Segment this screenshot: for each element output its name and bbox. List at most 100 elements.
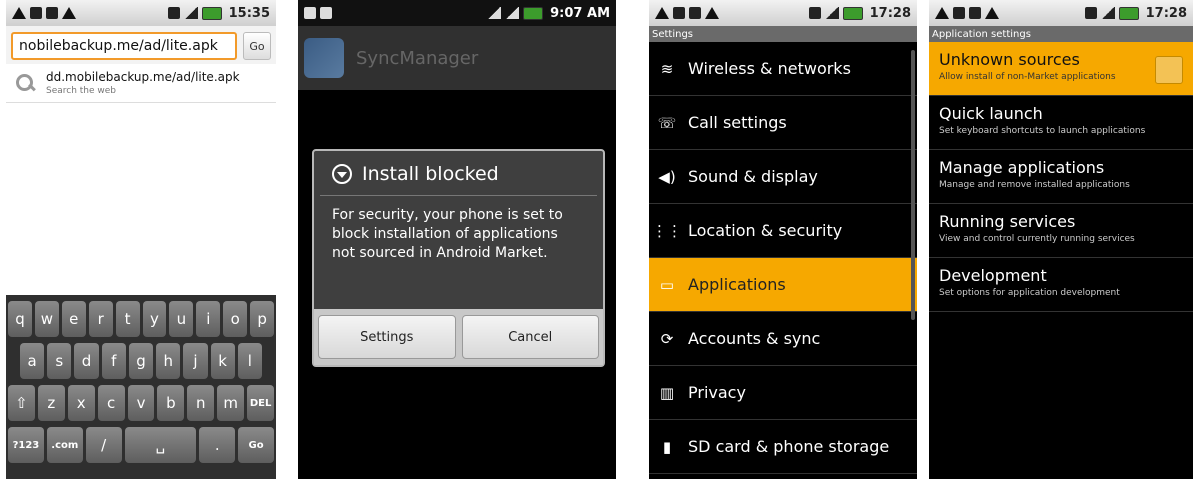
- settings-panel: 17:28 Settings ≋ Wireless & networks ☏ C…: [649, 0, 917, 479]
- dialog-message: For security, your phone is set to block…: [332, 207, 563, 261]
- settings-item-applications[interactable]: ▭ Applications: [649, 258, 917, 312]
- key-x[interactable]: x: [67, 385, 95, 421]
- application-settings-header: Application settings: [929, 26, 1193, 42]
- settings-item-wireless[interactable]: ≋ Wireless & networks: [649, 42, 917, 96]
- quick-launch-item[interactable]: Quick launch Set keyboard shortcuts to l…: [929, 96, 1193, 150]
- key-g[interactable]: g: [128, 343, 154, 379]
- search-icon: [14, 72, 36, 94]
- item-title: Development: [939, 266, 1047, 285]
- key-r[interactable]: r: [88, 301, 113, 337]
- item-subtitle: Set options for application development: [939, 288, 1120, 298]
- key-s[interactable]: s: [47, 343, 72, 379]
- development-item[interactable]: Development Set options for application …: [929, 258, 1193, 312]
- install-blocked-dialog: Install blocked For security, your phone…: [312, 149, 605, 367]
- settings-item-label: Wireless & networks: [688, 59, 851, 78]
- download-icon: [304, 7, 316, 19]
- key-e[interactable]: e: [61, 301, 86, 337]
- grid-icon: ⋮⋮: [652, 221, 682, 240]
- wifi-icon: [487, 7, 502, 19]
- url-input[interactable]: nobilebackup.me/ad/lite.apk: [11, 32, 237, 60]
- key-l[interactable]: l: [237, 343, 262, 379]
- syncmanager-app-icon: [304, 38, 344, 78]
- manage-applications-item[interactable]: Manage applications Manage and remove in…: [929, 150, 1193, 204]
- go-key[interactable]: Go: [238, 427, 275, 463]
- scrollbar[interactable]: [911, 50, 915, 320]
- sdcard-icon: ▮: [662, 437, 672, 456]
- space-key[interactable]: ␣: [124, 427, 197, 463]
- sim-icon: [1084, 7, 1097, 19]
- url-bar: nobilebackup.me/ad/lite.apk Go: [6, 26, 276, 64]
- settings-item-privacy[interactable]: ▥ Privacy: [649, 366, 917, 420]
- settings-item-label: Location & security: [688, 221, 843, 240]
- key-w[interactable]: w: [34, 301, 59, 337]
- warning-icon: [655, 7, 669, 19]
- status-bar: 15:35: [6, 0, 276, 26]
- key-t[interactable]: t: [115, 301, 140, 337]
- go-button[interactable]: Go: [243, 32, 271, 60]
- key-o[interactable]: o: [223, 301, 248, 337]
- status-time: 15:35: [228, 5, 270, 21]
- message-icon: [673, 7, 685, 19]
- key-k[interactable]: k: [210, 343, 235, 379]
- dialog-title: Install blocked: [362, 163, 499, 185]
- key-d[interactable]: d: [74, 343, 99, 379]
- key-a[interactable]: a: [20, 343, 45, 379]
- key-i[interactable]: i: [196, 301, 221, 337]
- status-bar: 17:28: [649, 0, 917, 26]
- settings-item-call[interactable]: ☏ Call settings: [649, 96, 917, 150]
- dropdown-circle-icon: [332, 164, 352, 184]
- key-n[interactable]: n: [187, 385, 215, 421]
- key-f[interactable]: f: [101, 343, 126, 379]
- status-time: 17:28: [1145, 5, 1187, 21]
- warning-icon: [12, 7, 26, 19]
- settings-item-label: Accounts & sync: [688, 329, 821, 348]
- key-q[interactable]: q: [8, 301, 32, 337]
- dialog-title-row: Install blocked: [320, 151, 597, 196]
- key-v[interactable]: v: [127, 385, 155, 421]
- keyboard-row-4: ?123 .com / ␣ . Go: [8, 427, 275, 463]
- item-title: Manage applications: [939, 158, 1105, 177]
- slash-key[interactable]: /: [85, 427, 122, 463]
- unknown-sources-item[interactable]: Unknown sources Allow install of non-Mar…: [929, 42, 1193, 96]
- delete-key[interactable]: DEL: [247, 385, 275, 421]
- unknown-sources-checkbox[interactable]: [1155, 56, 1183, 84]
- privacy-icon: ▥: [659, 383, 675, 402]
- speaker-icon: ◀): [658, 167, 676, 186]
- search-suggestion[interactable]: dd.mobilebackup.me/ad/lite.apk Search th…: [6, 64, 276, 103]
- key-z[interactable]: z: [37, 385, 65, 421]
- message-icon: [30, 7, 42, 19]
- period-key[interactable]: .: [199, 427, 236, 463]
- application-settings-panel: 17:28 Application settings Unknown sourc…: [929, 0, 1193, 479]
- settings-item-label: Sound & display: [688, 167, 818, 186]
- key-p[interactable]: p: [250, 301, 275, 337]
- shift-key[interactable]: ⇧: [8, 385, 35, 421]
- battery-icon: [842, 6, 863, 20]
- settings-item-storage[interactable]: ▮ SD card & phone storage: [649, 420, 917, 474]
- settings-button[interactable]: Settings: [318, 315, 456, 359]
- settings-header: Settings: [649, 26, 917, 42]
- item-title: Running services: [939, 212, 1076, 231]
- cancel-button[interactable]: Cancel: [461, 315, 599, 359]
- running-services-item[interactable]: Running services View and control curren…: [929, 204, 1193, 258]
- key-u[interactable]: u: [169, 301, 194, 337]
- item-title: Unknown sources: [939, 50, 1080, 69]
- settings-item-accounts[interactable]: ⟳ Accounts & sync: [649, 312, 917, 366]
- key-j[interactable]: j: [183, 343, 208, 379]
- symbols-key[interactable]: ?123: [8, 427, 44, 463]
- status-time: 17:28: [869, 5, 911, 21]
- battery-icon: [1118, 6, 1139, 20]
- app-title: SyncManager: [356, 47, 479, 69]
- settings-item-label: Privacy: [688, 383, 746, 402]
- key-c[interactable]: c: [97, 385, 125, 421]
- key-m[interactable]: m: [217, 385, 245, 421]
- dotcom-key[interactable]: .com: [46, 427, 83, 463]
- settings-item-sound[interactable]: ◀) Sound & display: [649, 150, 917, 204]
- key-h[interactable]: h: [156, 343, 181, 379]
- key-b[interactable]: b: [157, 385, 185, 421]
- settings-item-location[interactable]: ⋮⋮ Location & security: [649, 204, 917, 258]
- item-subtitle: Set keyboard shortcuts to launch applica…: [939, 126, 1146, 136]
- key-y[interactable]: y: [142, 301, 167, 337]
- battery-icon: [523, 6, 544, 20]
- app-header: SyncManager: [298, 26, 616, 90]
- status-bar: 9:07 AM: [298, 0, 616, 26]
